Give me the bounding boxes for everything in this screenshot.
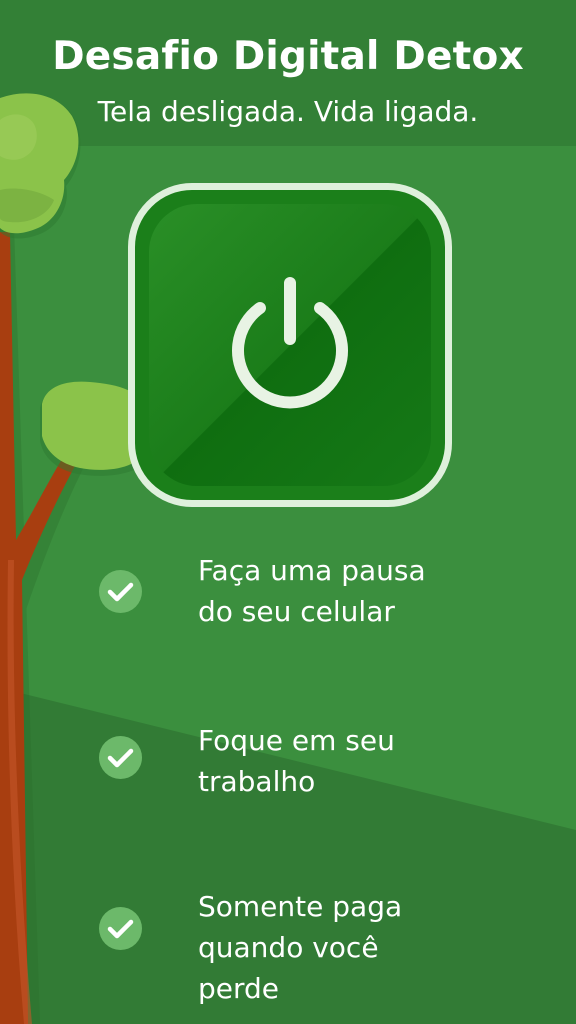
feature-text: Foque em seu trabalho — [198, 724, 395, 798]
power-icon — [232, 277, 348, 409]
tree-illustration — [0, 93, 156, 1024]
feature-text: Faça uma pausa do seu celular — [198, 554, 426, 628]
check-icon — [99, 570, 142, 613]
check-icon — [99, 736, 142, 779]
feature-text: Somente paga quando você perde — [198, 890, 403, 1005]
tree-foliage-top — [0, 93, 81, 239]
power-button[interactable] — [128, 183, 452, 507]
check-icon — [99, 907, 142, 950]
